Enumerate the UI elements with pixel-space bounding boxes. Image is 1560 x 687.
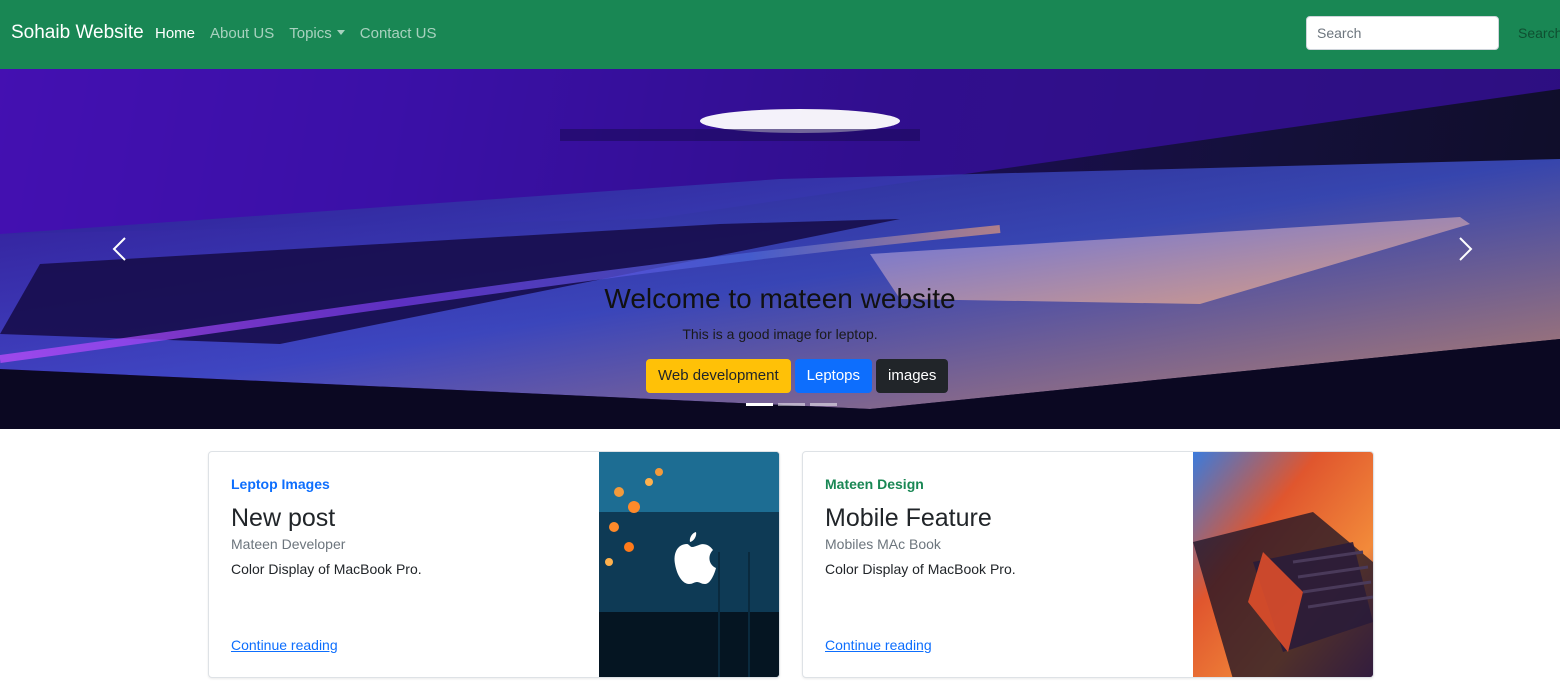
card-category: Mateen Design [825, 476, 924, 492]
card-body: Mateen Design [825, 476, 924, 492]
chevron-right-icon[interactable] [1450, 234, 1480, 264]
chevron-left-icon[interactable] [105, 234, 135, 264]
continue-reading-link[interactable]: Continue reading [825, 637, 932, 653]
post-card: Mateen Design Mobile Feature Mobiles MAc… [802, 451, 1374, 678]
caret-down-icon [336, 30, 345, 35]
card-meta: Mateen Developer [231, 536, 346, 552]
nav-link-topics-label: Topics [289, 25, 332, 42]
nav-link-home[interactable]: Home [155, 25, 195, 42]
card-text: Color Display of MacBook Pro. [825, 561, 1016, 577]
web-development-button[interactable]: Web development [646, 359, 791, 393]
carousel-caption-subtitle: This is a good image for leptop. [682, 326, 878, 342]
card-title: Mobile Feature [825, 504, 992, 532]
card-category: Leptop Images [231, 476, 330, 492]
carousel-indicator-1[interactable] [746, 403, 773, 406]
hero-carousel: Welcome to mateen website This is a good… [0, 69, 1560, 429]
card-body: Leptop Images [231, 476, 330, 492]
leptops-button[interactable]: Leptops [794, 359, 873, 393]
search-button[interactable]: Search [1510, 16, 1560, 50]
apple-logo-thumbnail [599, 452, 779, 677]
images-button[interactable]: images [876, 359, 949, 393]
carousel-indicator-3[interactable] [810, 403, 837, 406]
post-card: Leptop Images New post Mateen Developer … [208, 451, 780, 678]
macbook-thumbnail [1193, 452, 1373, 677]
nav-link-contact[interactable]: Contact US [360, 25, 437, 42]
card-title: New post [231, 504, 336, 532]
navbar: Sohaib Website Home About US Topics Cont… [0, 0, 1560, 69]
navbar-brand[interactable]: Sohaib Website [11, 22, 144, 44]
continue-reading-link[interactable]: Continue reading [231, 637, 338, 653]
nav-link-about[interactable]: About US [210, 25, 274, 42]
carousel-indicator-2[interactable] [778, 403, 805, 406]
carousel-indicators [746, 403, 837, 406]
card-meta: Mobiles MAc Book [825, 536, 941, 552]
carousel-caption-title: Welcome to mateen website [604, 283, 956, 314]
nav-dropdown-topics[interactable]: Topics [289, 25, 345, 42]
nav-links: Home About US Topics Contact US [155, 25, 451, 42]
card-text: Color Display of MacBook Pro. [231, 561, 422, 577]
search-input[interactable] [1306, 16, 1499, 50]
carousel-buttons: Web development Leptops images [646, 359, 949, 393]
